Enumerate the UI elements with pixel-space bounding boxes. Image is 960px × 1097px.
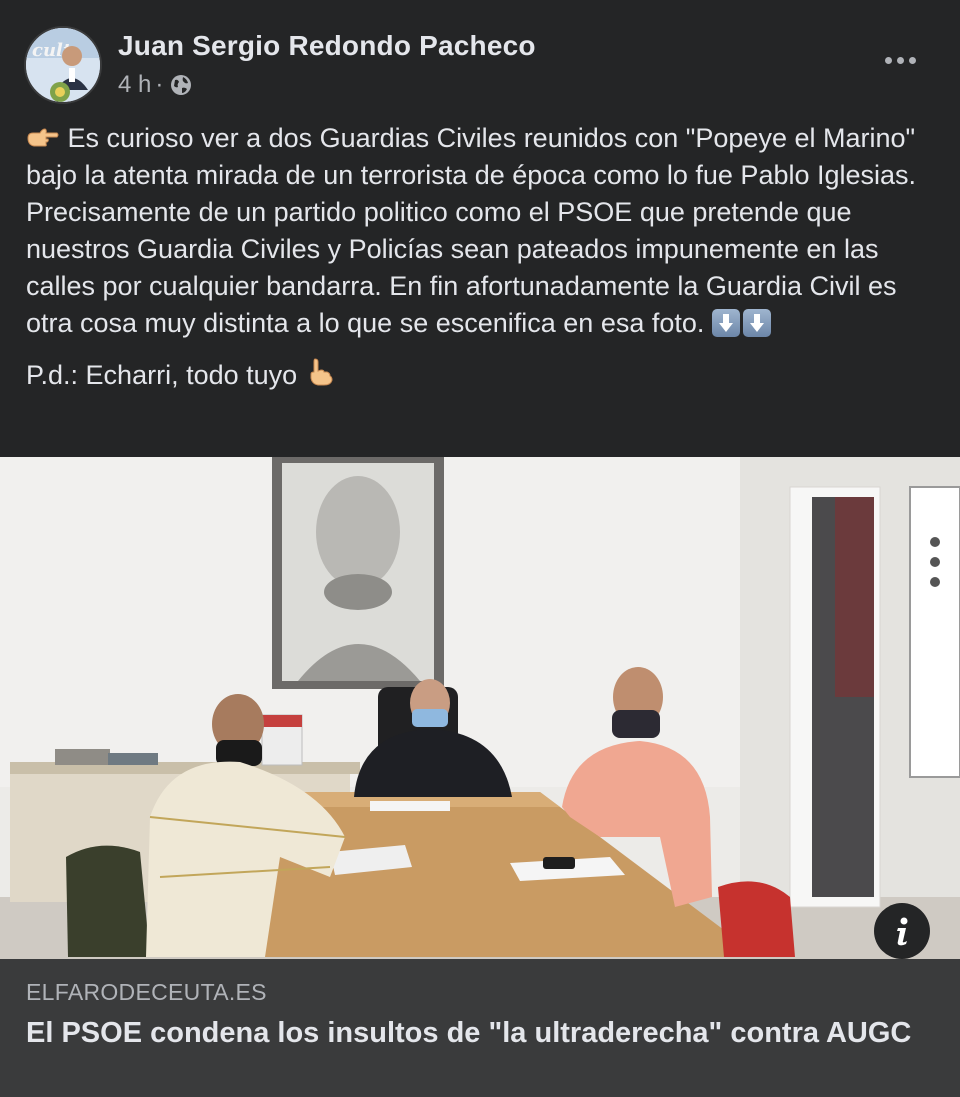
post-postscript: P.d.: Echarri, todo tuyo: [26, 357, 936, 394]
more-icon-dot: [908, 56, 916, 64]
post-body: Es curioso ver a dos Guardias Civiles re…: [26, 120, 936, 394]
down-arrow-emoji: [742, 309, 771, 337]
post-meta: 4 h ·: [118, 70, 193, 100]
more-icon-dot: [896, 56, 904, 64]
info-button[interactable]: [874, 903, 930, 959]
link-headline[interactable]: El PSOE condena los insultos de "la ultr…: [26, 1015, 936, 1052]
facebook-post: cult Juan Sergio Redondo Pacheco 4 h · E…: [0, 0, 960, 1097]
more-options-button[interactable]: [880, 48, 920, 72]
meeting-photo: [0, 457, 960, 959]
link-domain: ELFARODECEUTA.ES: [26, 979, 267, 1005]
meta-separator: ·: [155, 71, 164, 98]
down-arrow-emoji: [711, 309, 740, 337]
postscript-text: P.d.: Echarri, todo tuyo: [26, 360, 298, 390]
post-photo[interactable]: [0, 457, 960, 959]
pointing-right-emoji: [27, 128, 59, 147]
link-preview[interactable]: ELFARODECEUTA.ES El PSOE condena los ins…: [0, 959, 960, 1097]
post-text: Es curioso ver a dos Guardias Civiles re…: [26, 123, 917, 338]
post-time[interactable]: 4 h: [118, 71, 151, 99]
more-icon-dot: [884, 56, 892, 64]
post-header: cult Juan Sergio Redondo Pacheco 4 h ·: [0, 0, 960, 120]
author-avatar[interactable]: cult: [24, 26, 102, 104]
pointing-down-emoji: [310, 358, 333, 386]
post-paragraph: Es curioso ver a dos Guardias Civiles re…: [26, 120, 936, 342]
globe-icon[interactable]: [169, 73, 193, 97]
author-name[interactable]: Juan Sergio Redondo Pacheco: [118, 30, 536, 62]
info-icon: [897, 917, 908, 946]
